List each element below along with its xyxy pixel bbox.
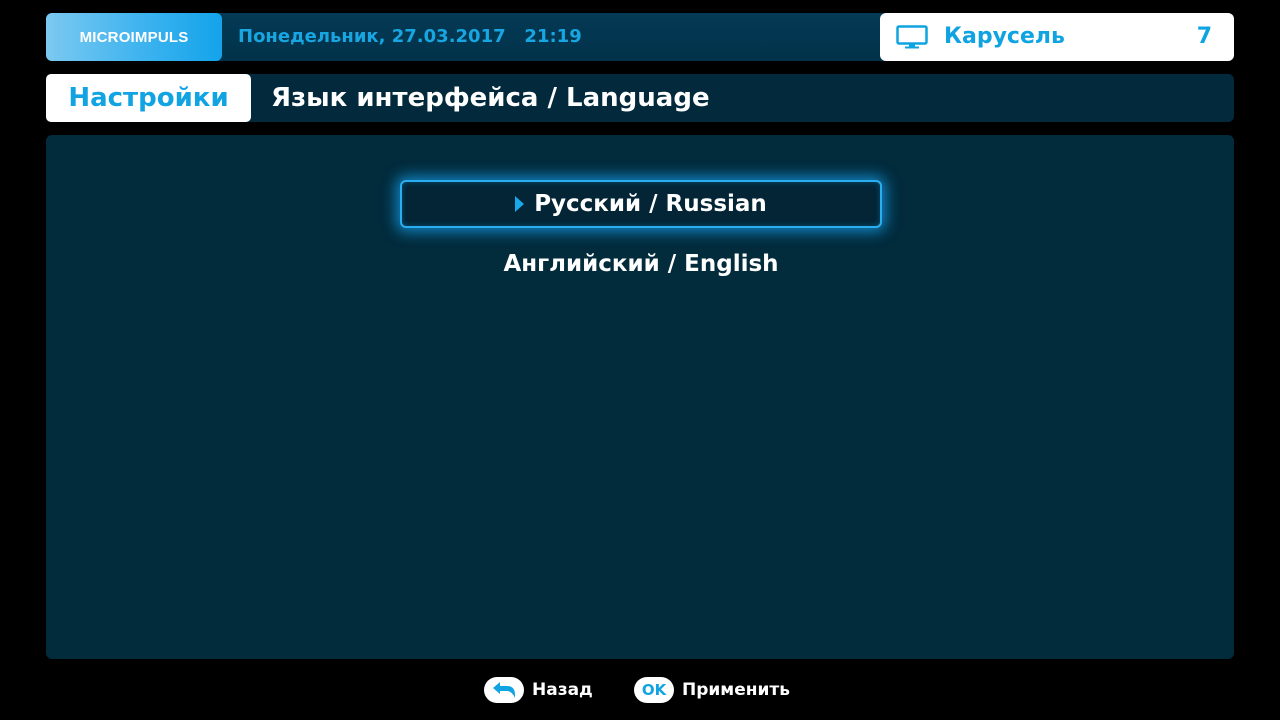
back-hint[interactable]: Назад [484, 676, 593, 703]
channel-number: 7 [1196, 24, 1212, 49]
brand-logo: MICROIMPULS [46, 13, 222, 61]
back-label: Назад [532, 679, 593, 700]
apply-label: Применить [682, 679, 790, 700]
title-bar: Настройки Язык интерфейса / Language [46, 74, 1234, 122]
section-settings: Настройки [46, 74, 251, 122]
language-option-english[interactable]: Английский / English [400, 240, 882, 288]
option-label: Русский / Russian [534, 191, 767, 217]
ok-key: OK [634, 676, 674, 703]
selection-arrow-icon [515, 196, 525, 212]
top-bar: MICROIMPULS Понедельник, 27.03.2017 21:1… [46, 13, 1234, 61]
ok-hint[interactable]: OK Применить [634, 676, 790, 703]
option-label: Английский / English [503, 251, 779, 277]
current-channel: Карусель 7 [880, 13, 1234, 61]
back-arrow-icon [493, 681, 515, 698]
date-time: Понедельник, 27.03.2017 21:19 [238, 26, 582, 47]
back-key [484, 676, 524, 703]
tv-icon [896, 25, 928, 49]
channel-name: Карусель [944, 24, 1065, 49]
page-title: Язык интерфейса / Language [271, 83, 710, 113]
main-panel: Русский / Russian Английский / English [46, 135, 1234, 659]
language-option-russian[interactable]: Русский / Russian [400, 180, 882, 228]
